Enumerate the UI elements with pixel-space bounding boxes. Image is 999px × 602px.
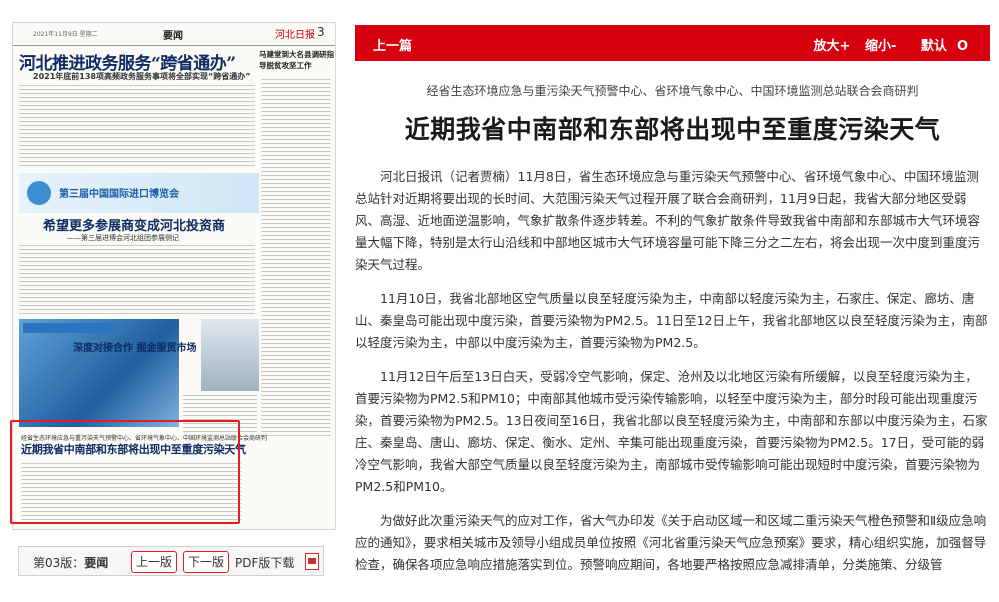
thumb-headline-2[interactable]: 希望更多参展商变成河北投资商 [43,215,225,234]
article-body: 河北日报讯（记者贾楠）11月8日，省生态环境应急与重污染天气预警中心、省环境气象… [355,166,990,588]
default-size-button[interactable]: 默认 O [911,39,968,54]
article-title: 近期我省中南部和东部将出现中至重度污染天气 [404,115,941,144]
zoom-out-button[interactable]: 缩小- [865,39,896,54]
expo-banner-text: 第三届中国国际进口博览会 [59,189,179,200]
article-paragraph: 为做好此次重污染天气的应对工作，省大气办印发《关于启动区域一和区域二重污染天气橙… [355,513,987,572]
page-section: 要闻 [163,31,183,42]
article-toolbar: 上一篇 放大+ 缩小- 默认 O [355,25,990,61]
thumb-photo [201,319,259,391]
article-paragraph: 11月10日，我省北部地区空气质量以良至轻度污染为主，中南部以轻度污染为主，石家… [355,291,988,350]
page-header: 2021年11月9日 星期二 要闻 河北日报 3 [13,23,335,46]
thumb-headline-1-sub: 2021年底前138项高频政务服务事项将全部实现“跨省通办” [33,72,251,81]
thumb-headline-3[interactable]: 深度对接合作 掘金服贸市场 [73,339,196,354]
pdf-icon[interactable] [305,553,319,570]
thumb-side-headline[interactable]: 马建堂到大名县调研指导脱贫攻坚工作 [259,49,335,71]
page-date: 2021年11月9日 星期二 [33,31,98,38]
article-kicker: 经省生态环境应急与重污染天气预警中心、省环境气象中心、中国环境监测总站联合会商研… [426,84,919,98]
page-label: 第03版：要闻 [33,556,109,570]
thumb-photo [19,319,179,427]
thumb-text-block [261,79,331,439]
thumb-headline-2-sub: ——第三届进博会河北组团参展侧记 [67,234,179,242]
expo-banner: 第三届中国国际进口博览会 [19,173,259,213]
next-page-button[interactable]: 下一版 [183,551,230,573]
prev-page-button[interactable]: 上一版 [131,551,178,573]
article-paragraph: 11月12日午后至13日白天，受弱冷空气影响，保定、沧州及以北地区污染有所缓解，… [355,369,988,494]
thumb-text-block [19,85,255,169]
newspaper-brand: 河北日报 [275,30,315,41]
page-pager: 第03版：要闻 上一版 下一版 PDF版下载 [18,546,324,576]
thumb-text-block [19,245,255,315]
article-paragraph: 河北日报讯（记者贾楠）11月8日，省生态环境应急与重污染天气预警中心、省环境气象… [355,169,981,272]
reset-icon: O [956,39,968,54]
zoom-in-button[interactable]: 放大+ [814,39,851,54]
expo-logo-icon [27,181,51,205]
prev-article-link[interactable]: 上一篇 [373,35,412,54]
newspaper-panel: 2021年11月9日 星期二 要闻 河北日报 3 河北推进政务服务“跨省通办” … [0,0,345,602]
font-size-controls: 放大+ 缩小- 默认 O [804,35,968,54]
pdf-download-link[interactable]: PDF版下载 [235,554,294,571]
selected-article-highlight[interactable] [10,420,240,524]
page-number: 3 [317,25,325,39]
